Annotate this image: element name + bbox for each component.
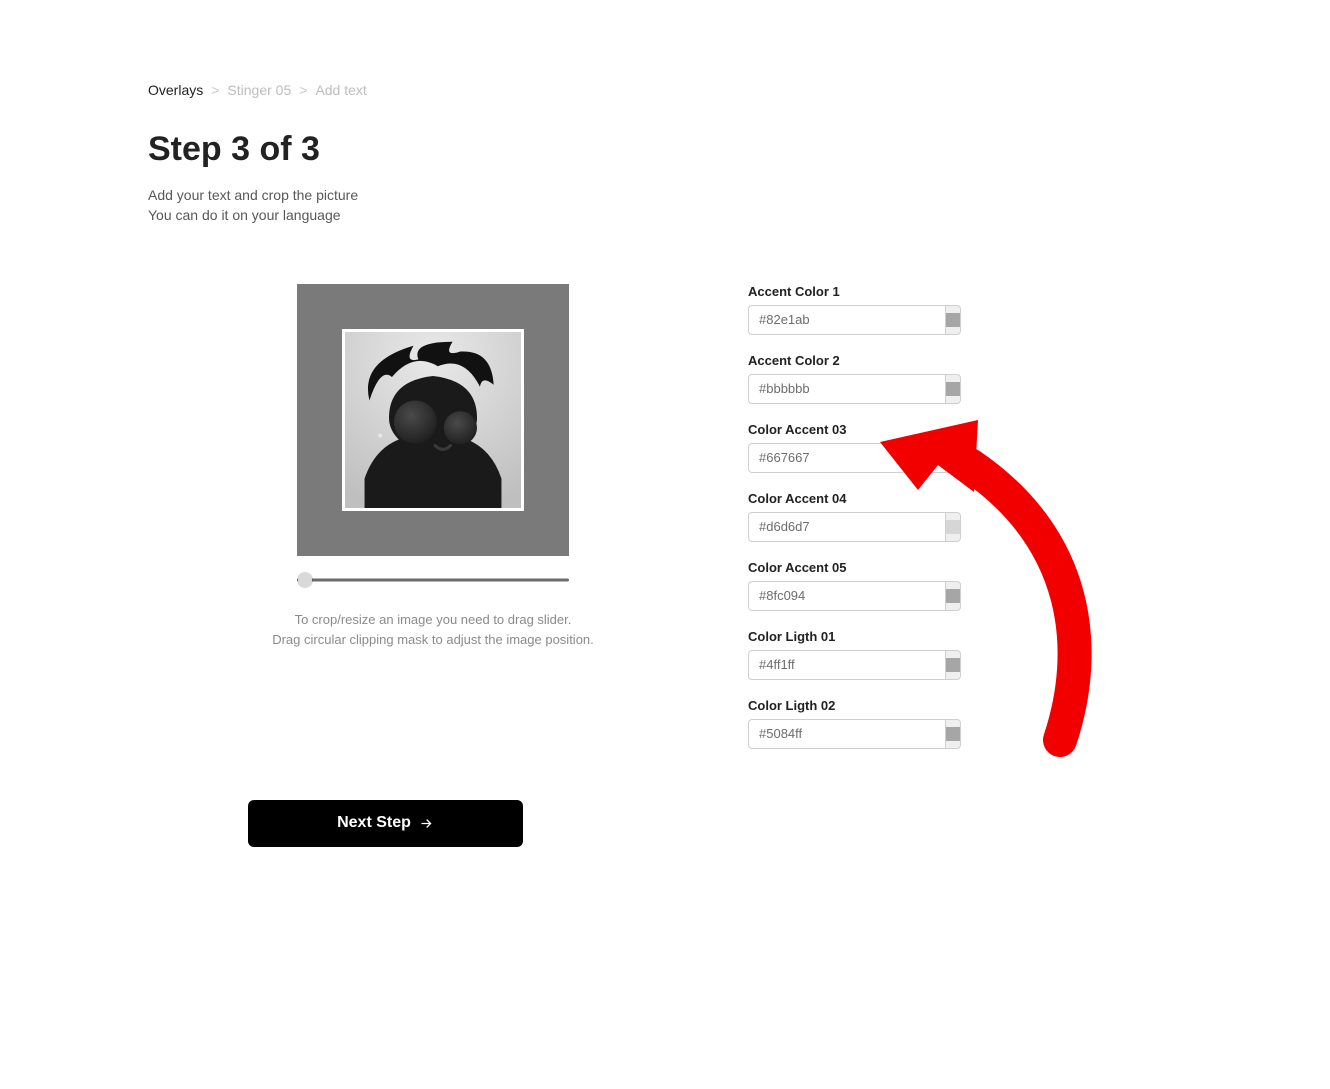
color-field-3: Color Accent 04 bbox=[748, 491, 916, 542]
color-swatch-icon bbox=[946, 313, 960, 327]
color-field-4: Color Accent 05 bbox=[748, 560, 916, 611]
color-swatch-icon bbox=[946, 727, 960, 741]
color-field-5: Color Ligth 01 bbox=[748, 629, 916, 680]
color-input-row bbox=[748, 719, 916, 749]
avatar-silhouette-icon bbox=[345, 332, 521, 508]
breadcrumb-item-0[interactable]: Overlays bbox=[148, 82, 203, 98]
color-field-6: Color Ligth 02 bbox=[748, 698, 916, 749]
cropper-helper-text: To crop/resize an image you need to drag… bbox=[272, 610, 594, 650]
color-field-2: Color Accent 03 bbox=[748, 422, 916, 473]
color-swatch-icon bbox=[946, 382, 960, 396]
color-hex-input[interactable] bbox=[748, 650, 945, 680]
next-step-label: Next Step bbox=[337, 814, 411, 832]
helper-line-1: To crop/resize an image you need to drag… bbox=[295, 612, 572, 627]
breadcrumb-item-1[interactable]: Stinger 05 bbox=[227, 82, 291, 98]
color-hex-input[interactable] bbox=[748, 374, 945, 404]
color-label: Color Ligth 02 bbox=[748, 698, 916, 713]
color-label: Color Accent 03 bbox=[748, 422, 916, 437]
color-label: Color Accent 04 bbox=[748, 491, 916, 506]
color-input-row bbox=[748, 443, 916, 473]
cropper-column: To crop/resize an image you need to drag… bbox=[248, 284, 618, 847]
color-picker-button[interactable] bbox=[945, 443, 961, 473]
color-hex-input[interactable] bbox=[748, 581, 945, 611]
color-label: Accent Color 2 bbox=[748, 353, 916, 368]
helper-line-2: Drag circular clipping mask to adjust th… bbox=[272, 632, 594, 647]
page-title: Step 3 of 3 bbox=[148, 130, 1330, 169]
color-input-row bbox=[748, 581, 916, 611]
color-input-row bbox=[748, 650, 916, 680]
subtitle-line-1: Add your text and crop the picture bbox=[148, 187, 358, 203]
color-input-row bbox=[748, 305, 916, 335]
color-fields-column: Accent Color 1 Accent Color 2 Color Accent… bbox=[748, 284, 916, 749]
color-hex-input[interactable] bbox=[748, 512, 945, 542]
chevron-right-icon: > bbox=[211, 82, 219, 98]
next-step-button[interactable]: Next Step bbox=[248, 800, 523, 847]
color-field-1: Accent Color 2 bbox=[748, 353, 916, 404]
page-subtitle: Add your text and crop the picture You c… bbox=[148, 185, 1330, 226]
color-picker-button[interactable] bbox=[945, 719, 961, 749]
color-picker-button[interactable] bbox=[945, 374, 961, 404]
color-label: Color Ligth 01 bbox=[748, 629, 916, 644]
breadcrumb: Overlays > Stinger 05 > Add text bbox=[148, 82, 1330, 98]
color-hex-input[interactable] bbox=[748, 443, 945, 473]
image-cropper[interactable] bbox=[297, 284, 569, 556]
slider-track bbox=[297, 578, 569, 581]
color-hex-input[interactable] bbox=[748, 305, 945, 335]
breadcrumb-item-2: Add text bbox=[315, 82, 366, 98]
color-input-row bbox=[748, 512, 916, 542]
color-picker-button[interactable] bbox=[945, 512, 961, 542]
color-label: Color Accent 05 bbox=[748, 560, 916, 575]
color-swatch-icon bbox=[946, 589, 960, 603]
color-picker-button[interactable] bbox=[945, 581, 961, 611]
crop-frame[interactable] bbox=[342, 329, 524, 511]
color-swatch-icon bbox=[946, 658, 960, 672]
chevron-right-icon: > bbox=[299, 82, 307, 98]
zoom-slider[interactable] bbox=[297, 572, 569, 588]
color-label: Accent Color 1 bbox=[748, 284, 916, 299]
color-picker-button[interactable] bbox=[945, 305, 961, 335]
color-field-0: Accent Color 1 bbox=[748, 284, 916, 335]
color-swatch-icon bbox=[946, 451, 960, 465]
color-input-row bbox=[748, 374, 916, 404]
subtitle-line-2: You can do it on your language bbox=[148, 207, 341, 223]
color-picker-button[interactable] bbox=[945, 650, 961, 680]
arrow-right-icon bbox=[419, 816, 434, 831]
color-hex-input[interactable] bbox=[748, 719, 945, 749]
slider-thumb[interactable] bbox=[298, 573, 312, 587]
color-swatch-icon bbox=[946, 520, 960, 534]
